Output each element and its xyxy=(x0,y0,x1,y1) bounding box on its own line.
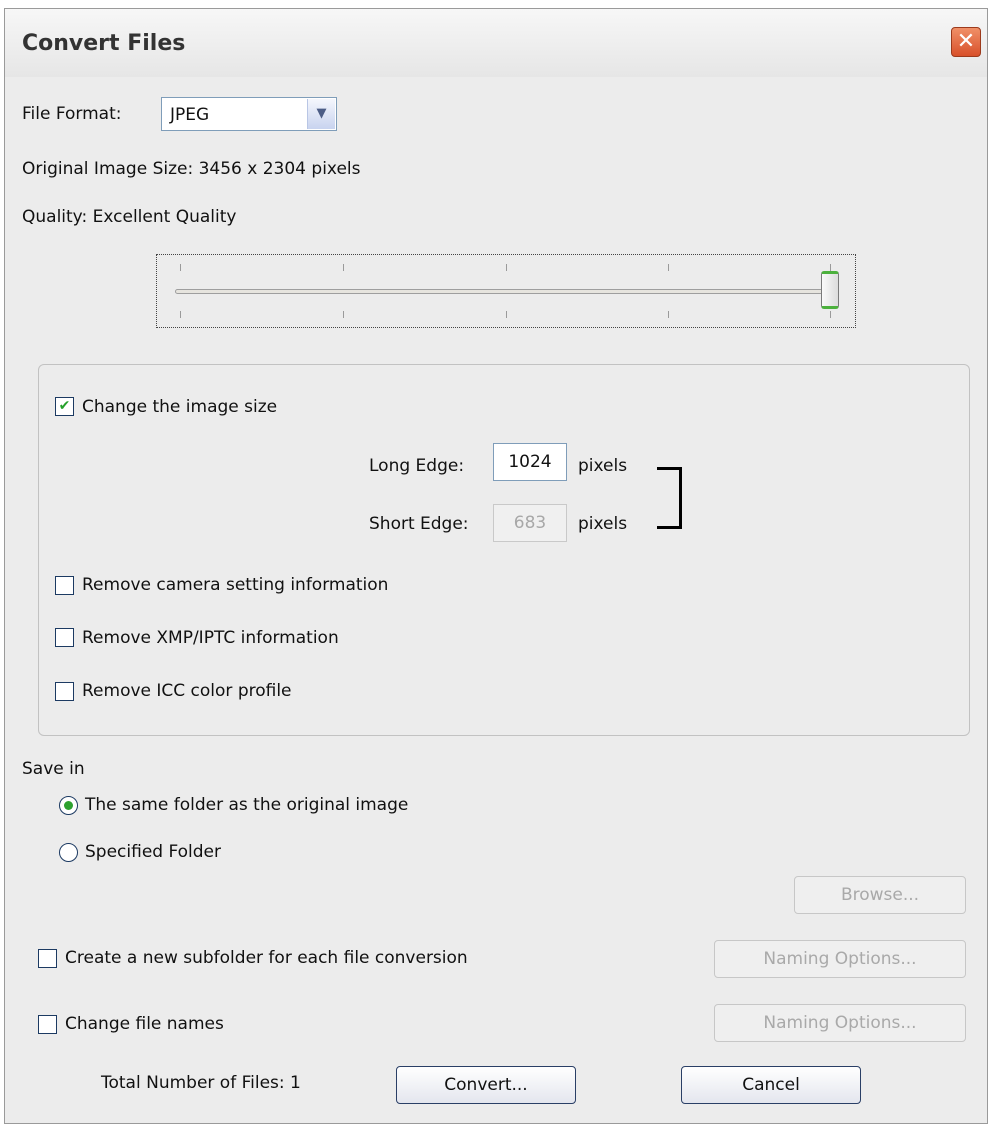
slider-thumb[interactable] xyxy=(821,271,839,309)
total-files-label: Total Number of Files: 1 xyxy=(101,1073,301,1093)
cancel-button[interactable]: Cancel xyxy=(681,1066,861,1104)
specified-folder-radio[interactable] xyxy=(59,843,78,862)
subfolder-naming-options-button[interactable]: Naming Options... xyxy=(714,940,966,978)
title-bar[interactable]: Convert Files ✕ xyxy=(5,9,987,77)
subfolder-checkbox[interactable] xyxy=(38,949,57,968)
long-edge-unit: pixels xyxy=(578,456,628,476)
same-folder-radio[interactable] xyxy=(59,796,78,815)
slider-tick xyxy=(343,311,344,318)
slider-tick xyxy=(668,264,669,271)
remove-xmp-checkbox[interactable] xyxy=(55,628,74,647)
convert-files-dialog: Convert Files ✕ File Format: JPEG ▼ Orig… xyxy=(4,8,988,1124)
quality-slider[interactable] xyxy=(156,254,856,328)
short-edge-label: Short Edge: xyxy=(369,514,469,534)
checkmark-icon: ✔ xyxy=(58,398,71,414)
long-edge-input[interactable]: 1024 xyxy=(493,443,567,481)
original-image-size: Original Image Size: 3456 x 2304 pixels xyxy=(22,159,361,179)
convert-button[interactable]: Convert... xyxy=(396,1066,576,1104)
dialog-title: Convert Files xyxy=(22,31,186,56)
slider-tick xyxy=(830,264,831,271)
browse-button[interactable]: Browse... xyxy=(794,876,966,914)
quality-label: Quality: Excellent Quality xyxy=(22,207,237,227)
remove-camera-info-checkbox[interactable] xyxy=(55,576,74,595)
radio-selected-dot xyxy=(64,801,73,810)
remove-xmp-label[interactable]: Remove XMP/IPTC information xyxy=(82,628,339,648)
close-button[interactable]: ✕ xyxy=(951,27,981,57)
long-edge-label: Long Edge: xyxy=(369,456,465,476)
specified-folder-label[interactable]: Specified Folder xyxy=(85,842,221,862)
remove-icc-checkbox[interactable] xyxy=(55,682,74,701)
change-file-names-checkbox[interactable] xyxy=(38,1015,57,1034)
file-format-select[interactable]: JPEG ▼ xyxy=(161,97,337,131)
remove-camera-info-label[interactable]: Remove camera setting information xyxy=(82,575,388,595)
close-icon: ✕ xyxy=(956,29,976,54)
slider-tick xyxy=(830,311,831,318)
slider-tick xyxy=(180,264,181,271)
save-in-label: Save in xyxy=(22,759,85,779)
change-size-label[interactable]: Change the image size xyxy=(82,397,277,417)
slider-track[interactable] xyxy=(175,289,827,294)
subfolder-label[interactable]: Create a new subfolder for each file con… xyxy=(65,948,468,968)
slider-tick xyxy=(343,264,344,271)
file-format-value: JPEG xyxy=(170,105,210,125)
chevron-down-icon[interactable]: ▼ xyxy=(307,99,335,129)
file-names-naming-options-button[interactable]: Naming Options... xyxy=(714,1004,966,1042)
short-edge-unit: pixels xyxy=(578,514,628,534)
aspect-link-bracket xyxy=(657,467,682,529)
same-folder-label[interactable]: The same folder as the original image xyxy=(85,795,408,815)
slider-tick xyxy=(180,311,181,318)
short-edge-input[interactable]: 683 xyxy=(493,504,567,542)
slider-tick xyxy=(506,311,507,318)
change-file-names-label[interactable]: Change file names xyxy=(65,1014,224,1034)
file-format-label: File Format: xyxy=(22,104,122,124)
slider-tick xyxy=(506,264,507,271)
change-size-checkbox[interactable]: ✔ xyxy=(55,397,74,416)
slider-tick xyxy=(668,311,669,318)
remove-icc-label[interactable]: Remove ICC color profile xyxy=(82,681,292,701)
